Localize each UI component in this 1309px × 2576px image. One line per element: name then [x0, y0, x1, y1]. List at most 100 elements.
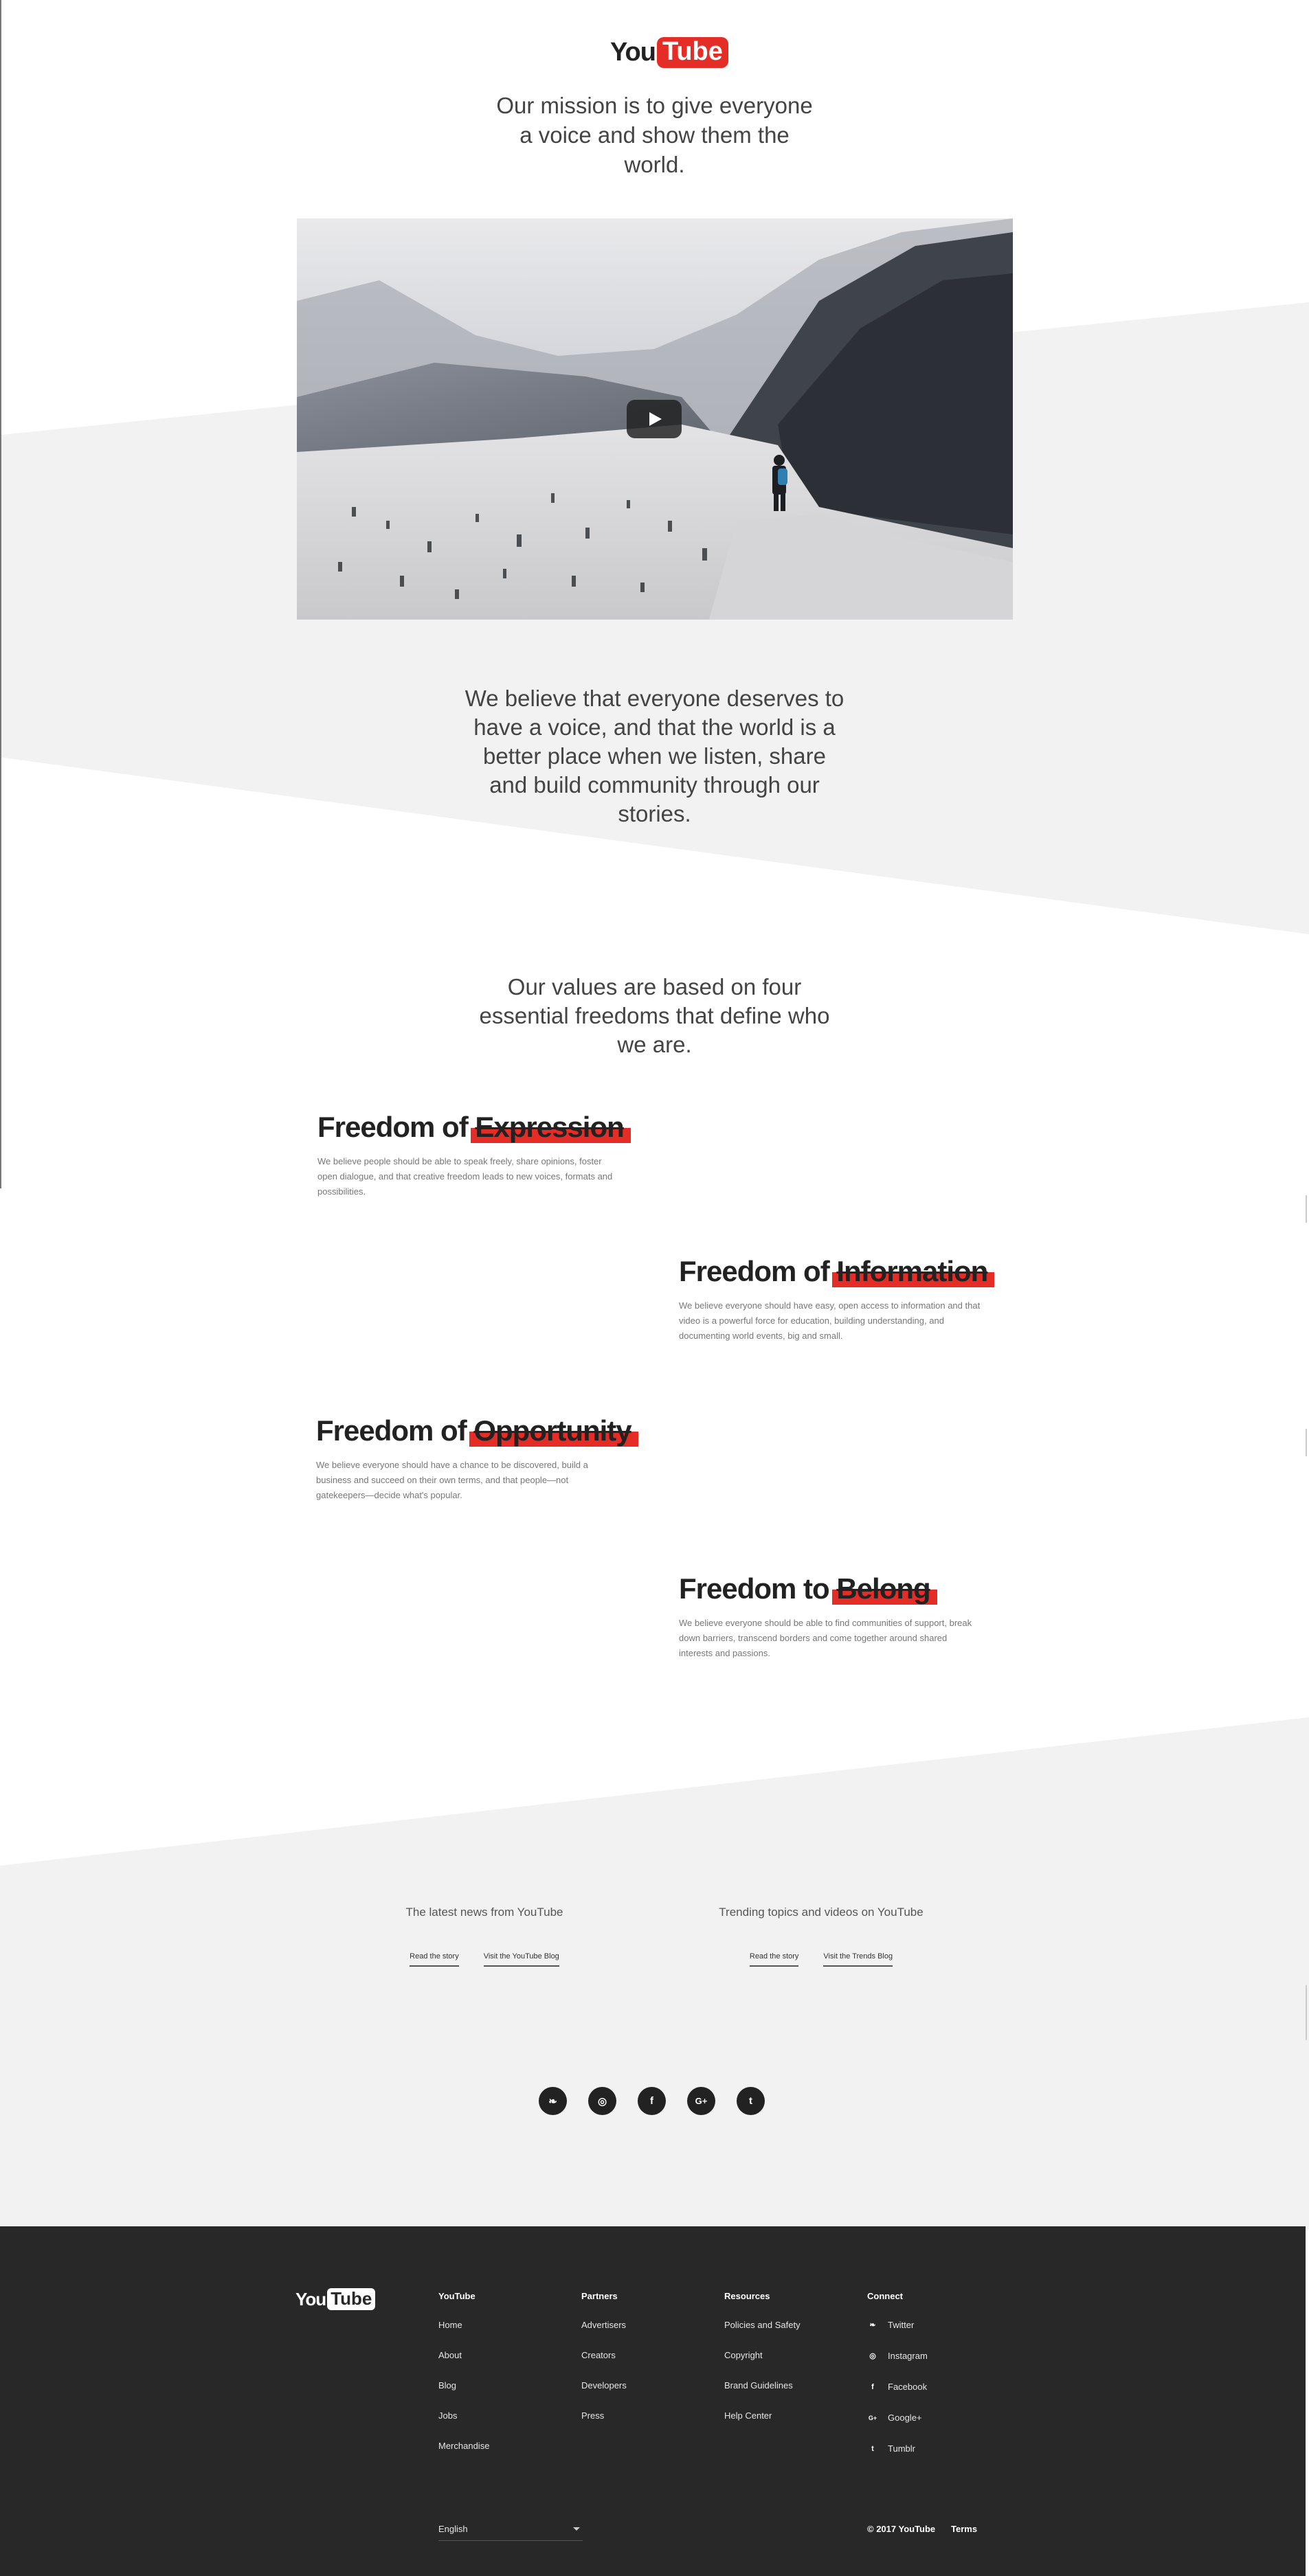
facebook-icon[interactable]: f [638, 2087, 666, 2115]
video-player[interactable] [297, 218, 1013, 620]
footer-youtube-logo[interactable]: You Tube [295, 2288, 376, 2310]
footer-column-partners: Partners Advertisers Creators Developers… [581, 2291, 627, 2440]
freedom-description: We believe everyone should be able to fi… [679, 1618, 972, 1658]
language-value: English [438, 2524, 468, 2534]
footer-link-developers[interactable]: Developers [581, 2380, 627, 2391]
news-links: Read the story Visit the Trends Blog [702, 1952, 940, 1967]
play-button[interactable] [627, 400, 682, 438]
freedom-keyword: Expression [475, 1111, 624, 1143]
read-story-link[interactable]: Read the story [410, 1952, 459, 1967]
footer-link-googleplus[interactable]: G+ Google+ [867, 2412, 928, 2424]
footer-link-home[interactable]: Home [438, 2319, 489, 2331]
trends-blog-link[interactable]: Visit the Trends Blog [823, 1952, 893, 1967]
right-edge-mark [1306, 1195, 1307, 1223]
freedom-description: We believe people should be able to spea… [317, 1156, 613, 1197]
right-edge-mark [1306, 1429, 1307, 1456]
footer-link-label: Instagram [888, 2351, 928, 2361]
footer-column-youtube: YouTube Home About Blog Jobs Merchandise [438, 2291, 489, 2470]
footer-link-merchandise[interactable]: Merchandise [438, 2440, 489, 2452]
diagonal-band-bottom [0, 1717, 1309, 2229]
freedom-information: Freedom of Information We believe everyo… [679, 1254, 995, 1344]
freedom-heading: Freedom of Information [679, 1254, 995, 1289]
freedom-heading: Freedom of Expression [317, 1110, 631, 1144]
highlight-marker: Information [832, 1254, 995, 1289]
mission-text: Our mission is to give everyone a voice … [496, 93, 813, 177]
news-block-trends: Trending topics and videos on YouTube Re… [702, 1906, 940, 1967]
tumblr-icon: t [871, 2444, 874, 2453]
language-select[interactable]: English [438, 2524, 583, 2541]
footer-link-blog[interactable]: Blog [438, 2380, 489, 2391]
news-title: The latest news from YouTube [405, 1906, 563, 1919]
highlight-marker: Expression [471, 1110, 631, 1144]
footer-link-facebook[interactable]: f Facebook [867, 2381, 928, 2393]
values-intro-text: Our values are based on four essential f… [479, 974, 830, 1057]
freedom-keyword: Information [836, 1255, 988, 1287]
footer-link-copyright[interactable]: Copyright [724, 2349, 801, 2361]
freedom-description: We believe everyone should have easy, op… [679, 1300, 981, 1341]
footer-column-connect: Connect ❧ Twitter ◎ Instagram f Facebook G+… [867, 2291, 928, 2474]
footer-link-brand-guidelines[interactable]: Brand Guidelines [724, 2380, 801, 2391]
freedom-prefix: Freedom of [679, 1255, 830, 1287]
footer-link-tumblr[interactable]: t Tumblr [867, 2443, 928, 2454]
right-edge-mark [1306, 1985, 1307, 2040]
footer-link-policies[interactable]: Policies and Safety [724, 2319, 801, 2331]
freedom-prefix: Freedom to [679, 1572, 830, 1605]
freedom-keyword: Belong [836, 1572, 930, 1605]
values-intro: Our values are based on four essential f… [0, 973, 1309, 1059]
googleplus-icon[interactable]: G+ [687, 2087, 715, 2115]
highlight-marker: Belong [832, 1572, 938, 1606]
youtube-logo[interactable]: You Tube [610, 37, 728, 68]
social-links: ❧ ◎ f G+ t [539, 2087, 765, 2115]
footer-link-label: Facebook [888, 2382, 928, 2392]
freedom-prefix: Freedom of [316, 1414, 467, 1447]
mission-statement: Our mission is to give everyone a voice … [0, 91, 1309, 179]
chevron-down-icon [573, 2527, 580, 2531]
freedom-keyword: Opportunity [473, 1414, 631, 1447]
freedom-opportunity: Freedom of Opportunity We believe everyo… [316, 1414, 638, 1503]
footer-column-heading: Connect [867, 2291, 903, 2301]
footer-link-label: Tumblr [888, 2443, 915, 2454]
footer-link-creators[interactable]: Creators [581, 2349, 627, 2361]
belief-statement: We believe that everyone deserves to hav… [0, 684, 1309, 828]
freedom-heading: Freedom to Belong [679, 1572, 981, 1606]
logo-you-text: You [610, 38, 656, 67]
footer-column-heading: Partners [581, 2291, 618, 2301]
news-block-youtube: The latest news from YouTube Read the st… [385, 1906, 584, 1967]
footer-link-instagram[interactable]: ◎ Instagram [867, 2350, 928, 2362]
footer-column-heading: Resources [724, 2291, 770, 2301]
belief-text: We believe that everyone deserves to hav… [465, 686, 844, 826]
logo-tube-text: Tube [656, 37, 728, 68]
youtube-blog-link[interactable]: Visit the YouTube Blog [483, 1952, 559, 1967]
terms-link[interactable]: Terms [951, 2524, 977, 2534]
footer-link-press[interactable]: Press [581, 2410, 627, 2421]
instagram-icon[interactable]: ◎ [588, 2087, 616, 2115]
news-title: Trending topics and videos on YouTube [719, 1906, 924, 1919]
freedom-belong: Freedom to Belong We believe everyone sh… [679, 1572, 981, 1661]
logo-tube-text: Tube [327, 2288, 376, 2310]
twitter-icon[interactable]: ❧ [539, 2087, 567, 2115]
freedom-expression: Freedom of Expression We believe people … [317, 1110, 631, 1199]
footer-link-about[interactable]: About [438, 2349, 489, 2361]
footer-column-heading: YouTube [438, 2291, 476, 2301]
freedom-heading: Freedom of Opportunity [316, 1414, 638, 1448]
logo-you-text: You [295, 2288, 326, 2309]
footer-link-twitter[interactable]: ❧ Twitter [867, 2319, 928, 2331]
instagram-icon: ◎ [869, 2352, 876, 2360]
footer-column-resources: Resources Policies and Safety Copyright … [724, 2291, 801, 2440]
footer-link-jobs[interactable]: Jobs [438, 2410, 489, 2421]
footer-link-label: Twitter [888, 2320, 915, 2330]
footer-link-help-center[interactable]: Help Center [724, 2410, 801, 2421]
read-story-link[interactable]: Read the story [749, 1952, 799, 1967]
footer-link-label: Google+ [888, 2413, 922, 2423]
twitter-icon: ❧ [869, 2321, 876, 2329]
copyright-text: © 2017 YouTube [867, 2524, 936, 2534]
googleplus-icon: G+ [868, 2414, 877, 2421]
freedom-prefix: Freedom of [317, 1111, 469, 1143]
highlight-marker: Opportunity [469, 1414, 638, 1448]
tumblr-icon[interactable]: t [737, 2087, 765, 2115]
site-footer: You Tube YouTube Home About Blog Jobs Me… [0, 2226, 1306, 2576]
freedom-description: We believe everyone should have a chance… [316, 1460, 588, 1500]
news-links: Read the story Visit the YouTube Blog [385, 1952, 584, 1967]
facebook-icon: f [871, 2382, 874, 2391]
footer-link-advertisers[interactable]: Advertisers [581, 2319, 627, 2331]
